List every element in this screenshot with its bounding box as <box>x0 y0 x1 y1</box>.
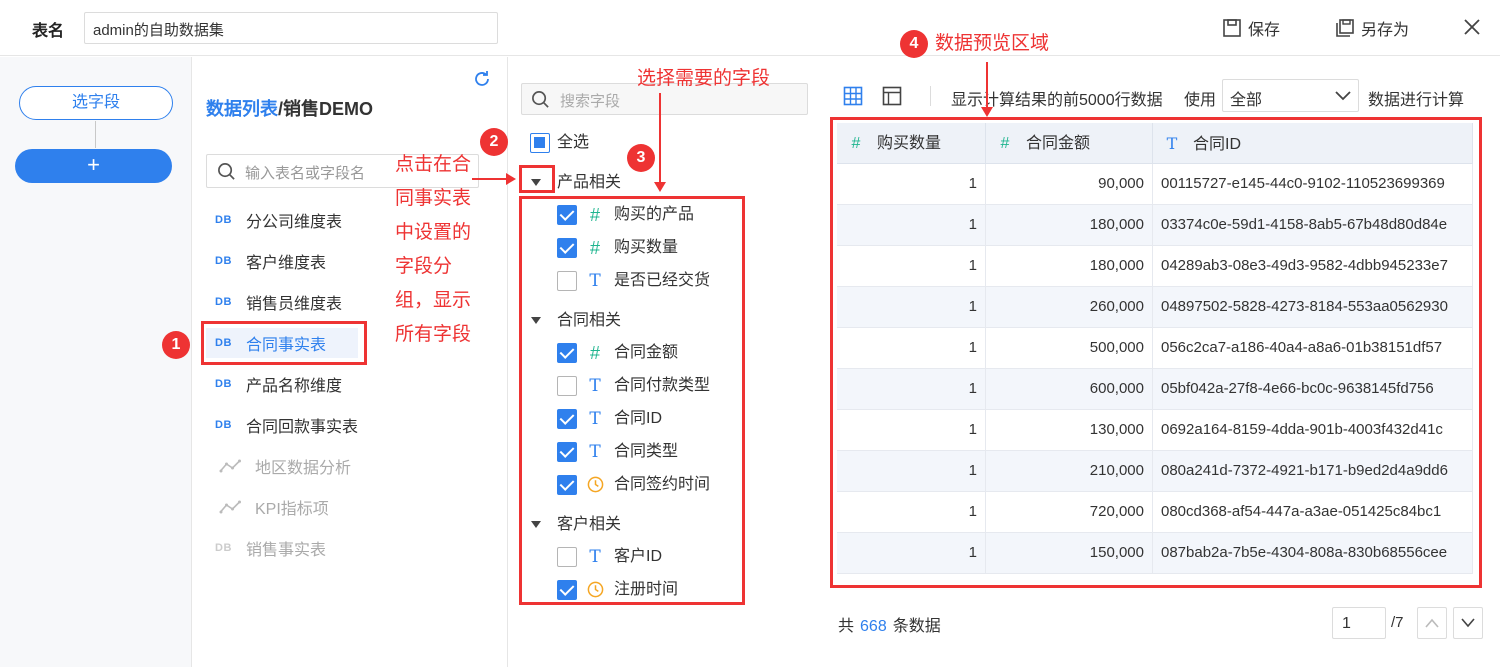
select-all-checkbox[interactable] <box>530 133 550 153</box>
annotation-note-line: 所有字段 <box>395 324 472 345</box>
field-group-label[interactable]: 产品相关 <box>557 172 621 194</box>
search-icon <box>532 91 549 108</box>
close-icon[interactable] <box>1464 19 1480 35</box>
table-item-label: 合同回款事实表 <box>246 419 359 436</box>
table-item-label: KPI指标项 <box>255 501 329 518</box>
step-panel: 选字段 + <box>0 57 192 667</box>
table-item-label: 销售员维度表 <box>246 296 343 313</box>
page-total: /7 <box>1391 614 1404 631</box>
annotation-arrowhead-3 <box>654 182 666 192</box>
scope-select-value: 全部 <box>1230 92 1263 109</box>
annotation-badge-3: 3 <box>627 144 655 172</box>
table-item[interactable]: DB 销售员维度表 <box>215 287 342 317</box>
db-icon: DB <box>215 419 232 431</box>
annotation-badge-4: 4 <box>900 30 928 58</box>
total-number: 668 <box>860 618 887 635</box>
db-icon: DB <box>215 255 232 267</box>
table-item-label: 地区数据分析 <box>255 460 352 477</box>
save-as-button[interactable]: 另存为 <box>1335 16 1409 40</box>
step-connector <box>95 121 96 148</box>
chevron-up-icon <box>1425 618 1439 628</box>
field-search-placeholder: 搜索字段 <box>560 93 621 110</box>
annotation-arrowhead-4 <box>981 107 993 117</box>
breadcrumb-current: 销售DEMO <box>283 99 374 119</box>
annotation-arrow-4 <box>986 62 988 108</box>
table-item-label: 产品名称维度 <box>246 378 343 395</box>
header-bar: 表名 admin的自助数据集 保存 另存为 <box>0 0 1500 56</box>
select-fields-step[interactable]: 选字段 <box>19 86 173 120</box>
table-item-label: 销售事实表 <box>246 542 327 559</box>
use-label: 使用 <box>1184 92 1217 109</box>
annotation-arrow-2 <box>472 178 510 180</box>
annotation-box-fields <box>519 196 745 605</box>
link-icon <box>219 459 241 473</box>
annotation-note-line: 同事实表 <box>395 188 472 209</box>
annotation-arrow-3 <box>659 93 661 183</box>
annotation-box-preview <box>830 117 1482 588</box>
save-button[interactable]: 保存 <box>1222 16 1280 40</box>
db-icon: DB <box>215 214 232 226</box>
refresh-icon[interactable] <box>472 69 492 89</box>
select-all-label: 全选 <box>557 134 590 151</box>
toolbar-divider <box>930 86 931 106</box>
annotation-badge-1: 1 <box>162 331 190 359</box>
table-item[interactable]: KPI指标项 <box>215 492 329 522</box>
db-icon: DB <box>215 378 232 390</box>
page-prev-button[interactable] <box>1417 607 1447 639</box>
save-as-label: 另存为 <box>1361 22 1410 39</box>
annotation-arrowhead-2 <box>506 173 516 185</box>
table-item[interactable]: DB 销售事实表 <box>215 533 326 563</box>
total-prefix: 共 <box>838 618 855 635</box>
save-as-icon <box>1336 19 1354 37</box>
chevron-down-icon <box>1461 618 1475 628</box>
table-name-label: 表名 <box>32 23 65 40</box>
annotation-note-preview: 数据预览区域 <box>935 33 1050 54</box>
db-icon: DB <box>215 542 232 554</box>
annotation-badge-2: 2 <box>480 128 508 156</box>
breadcrumb: 数据列表/销售DEMO <box>206 95 373 121</box>
page-next-button[interactable] <box>1453 607 1483 639</box>
add-step-button[interactable]: + <box>15 149 172 183</box>
link-icon <box>219 500 241 514</box>
table-item[interactable]: 地区数据分析 <box>215 451 351 481</box>
chevron-down-icon <box>1335 91 1351 101</box>
annotation-note-line: 组，显示 <box>395 290 472 311</box>
scope-select[interactable]: 全部 <box>1222 79 1359 112</box>
table-name-input[interactable]: admin的自助数据集 <box>84 12 498 44</box>
calc-label: 数据进行计算 <box>1368 92 1465 109</box>
breadcrumb-data-list[interactable]: 数据列表 <box>206 99 278 119</box>
annotation-note-fields: 选择需要的字段 <box>637 68 771 89</box>
annotation-note-line: 中设置的 <box>395 222 472 243</box>
table-item[interactable]: DB 合同回款事实表 <box>215 410 358 440</box>
layout-view-icon[interactable] <box>882 86 902 106</box>
save-icon <box>1223 19 1241 37</box>
table-search-placeholder: 输入表名或字段名 <box>245 165 366 182</box>
annotation-box-table <box>201 321 367 365</box>
total-suffix: 条数据 <box>892 618 941 635</box>
save-label: 保存 <box>1248 22 1281 39</box>
total-count: 共 668 条数据 <box>838 612 941 636</box>
table-item[interactable]: DB 客户维度表 <box>215 246 326 276</box>
table-item-label: 客户维度表 <box>246 255 327 272</box>
annotation-note-line: 点击在合 <box>395 154 472 175</box>
table-view-icon[interactable] <box>843 86 863 106</box>
table-item[interactable]: DB 分公司维度表 <box>215 205 342 235</box>
search-icon <box>218 163 235 180</box>
table-item-label: 分公司维度表 <box>246 214 343 231</box>
table-item[interactable]: DB 产品名称维度 <box>215 369 342 399</box>
annotation-note-table: 点击在合同事实表中设置的字段分组，显示所有字段 <box>395 148 471 352</box>
page-input[interactable]: 1 <box>1332 607 1386 639</box>
annotation-box-group-arrow <box>519 165 555 193</box>
db-icon: DB <box>215 296 232 308</box>
annotation-note-line: 字段分 <box>395 256 453 277</box>
